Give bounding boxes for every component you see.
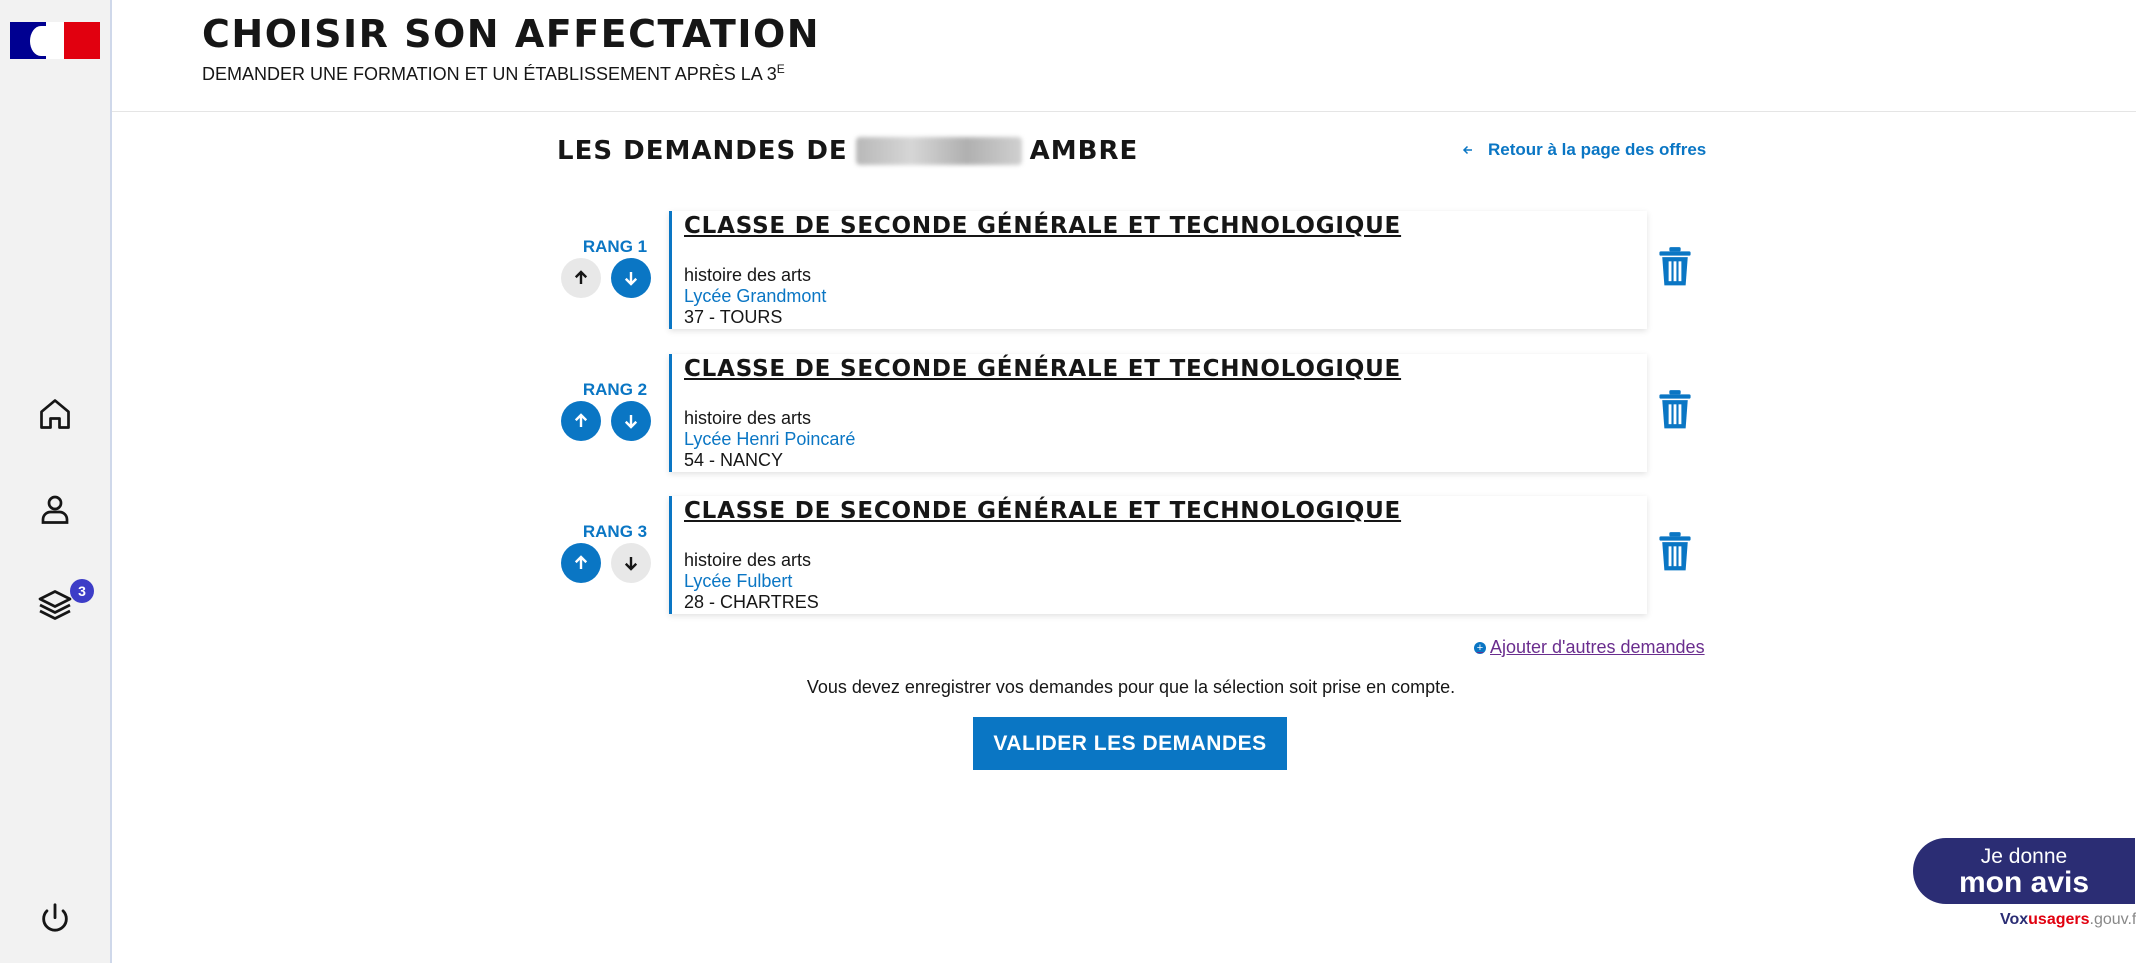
training-option: histoire des arts (684, 408, 812, 428)
vox-brand-2: usagers (2028, 911, 2090, 928)
school-name: Lycée Henri Poincaré (684, 429, 856, 449)
add-requests-link[interactable]: + Ajouter d'autres demandes (1474, 637, 1705, 658)
user-icon[interactable] (30, 484, 80, 534)
training-title[interactable]: CLASSE DE SECONDE GÉNÉRALE ET TECHNOLOGI… (684, 356, 1647, 382)
page-title-suffix: AMBRE (1029, 136, 1139, 166)
request-row-2: RANG 2 CLASSE DE SECONDE GÉNÉRALE ET TEC… (557, 354, 1707, 474)
move-up-button[interactable] (561, 543, 601, 583)
trash-icon (1659, 532, 1691, 571)
request-row-1: RANG 1 CLASSE DE SECONDE GÉNÉRALE ET TEC… (557, 211, 1707, 331)
training-title[interactable]: CLASSE DE SECONDE GÉNÉRALE ET TECHNOLOGI… (684, 213, 1647, 239)
vox-brand-1: Vox (2000, 911, 2029, 928)
trash-icon (1659, 390, 1691, 429)
delete-button[interactable] (1655, 388, 1695, 432)
arrow-down-icon (624, 557, 638, 571)
blurred-surname (855, 137, 1022, 165)
delete-button[interactable] (1655, 530, 1695, 574)
validate-requests-button[interactable]: VALIDER LES DEMANDES (973, 717, 1287, 770)
rank-label: RANG 3 (582, 522, 648, 541)
school-name: Lycée Fulbert (684, 571, 793, 591)
plus-circle-icon: + (1474, 641, 1486, 654)
trash-icon (1659, 247, 1691, 286)
requests-count-badge: 3 (70, 579, 94, 603)
move-down-button[interactable] (611, 258, 651, 298)
back-to-offers-link[interactable]: Retour à la page des offres (1462, 140, 1706, 160)
feedback-line-1: Je donne (1980, 845, 2068, 868)
vox-brand-3: .gouv.fr (2089, 911, 2136, 928)
arrow-up-icon (574, 413, 588, 427)
move-down-button[interactable] (611, 401, 651, 441)
add-requests-label: Ajouter d'autres demandes (1490, 637, 1705, 657)
request-card: CLASSE DE SECONDE GÉNÉRALE ET TECHNOLOGI… (669, 354, 1647, 472)
back-to-offers-label: Retour à la page des offres (1488, 140, 1707, 159)
arrow-up-icon (574, 270, 588, 284)
save-notice: Vous devez enregistrer vos demandes pour… (806, 677, 1456, 697)
arrow-down-icon (624, 272, 638, 286)
request-card: CLASSE DE SECONDE GÉNÉRALE ET TECHNOLOGI… (669, 496, 1647, 614)
flag-red-band (64, 22, 100, 59)
school-name: Lycée Grandmont (684, 286, 827, 306)
school-city: 54 - NANCY (684, 450, 784, 470)
request-row-3: RANG 3 CLASSE DE SECONDE GÉNÉRALE ET TEC… (557, 496, 1707, 616)
republique-francaise-logo[interactable] (10, 22, 100, 59)
request-card: CLASSE DE SECONDE GÉNÉRALE ET TECHNOLOGI… (669, 211, 1647, 329)
page-title-prefix: LES DEMANDES DE (557, 136, 848, 166)
move-up-button[interactable] (561, 401, 601, 441)
delete-button[interactable] (1655, 245, 1695, 289)
app-subtitle-sup: E (776, 62, 785, 76)
training-option: histoire des arts (684, 550, 812, 570)
voxusagers-logo: Voxusagers.gouv.fr (2000, 911, 2136, 929)
arrow-up-icon (574, 555, 588, 569)
page-header: CHOISIR SON AFFECTATION DEMANDER UNE FOR… (112, 0, 2136, 112)
move-up-button[interactable] (561, 258, 601, 298)
arrow-down-icon (624, 415, 638, 429)
move-down-button[interactable] (611, 543, 651, 583)
app-subtitle-text: DEMANDER UNE FORMATION ET UN ÉTABLISSEME… (202, 64, 777, 84)
rank-label: RANG 2 (582, 380, 648, 399)
feedback-line-2: mon avis (1958, 866, 2090, 899)
training-title[interactable]: CLASSE DE SECONDE GÉNÉRALE ET TECHNOLOGI… (684, 498, 1647, 524)
feedback-button[interactable]: Je donne mon avis (1913, 838, 2135, 904)
page-title: LES DEMANDES DE AMBRE (557, 136, 1138, 166)
home-icon[interactable] (30, 389, 80, 439)
sidebar: 3 (0, 0, 112, 963)
power-icon[interactable] (30, 894, 80, 944)
app-title: CHOISIR SON AFFECTATION (202, 12, 821, 56)
app-subtitle: DEMANDER UNE FORMATION ET UN ÉTABLISSEME… (202, 62, 785, 85)
flag-blue-band (10, 22, 52, 59)
rank-label: RANG 1 (582, 237, 648, 256)
marianne-profile (30, 26, 52, 56)
school-city: 37 - TOURS (684, 307, 783, 327)
arrow-left-icon (1462, 145, 1472, 155)
school-city: 28 - CHARTRES (684, 592, 819, 612)
training-option: histoire des arts (684, 265, 812, 285)
